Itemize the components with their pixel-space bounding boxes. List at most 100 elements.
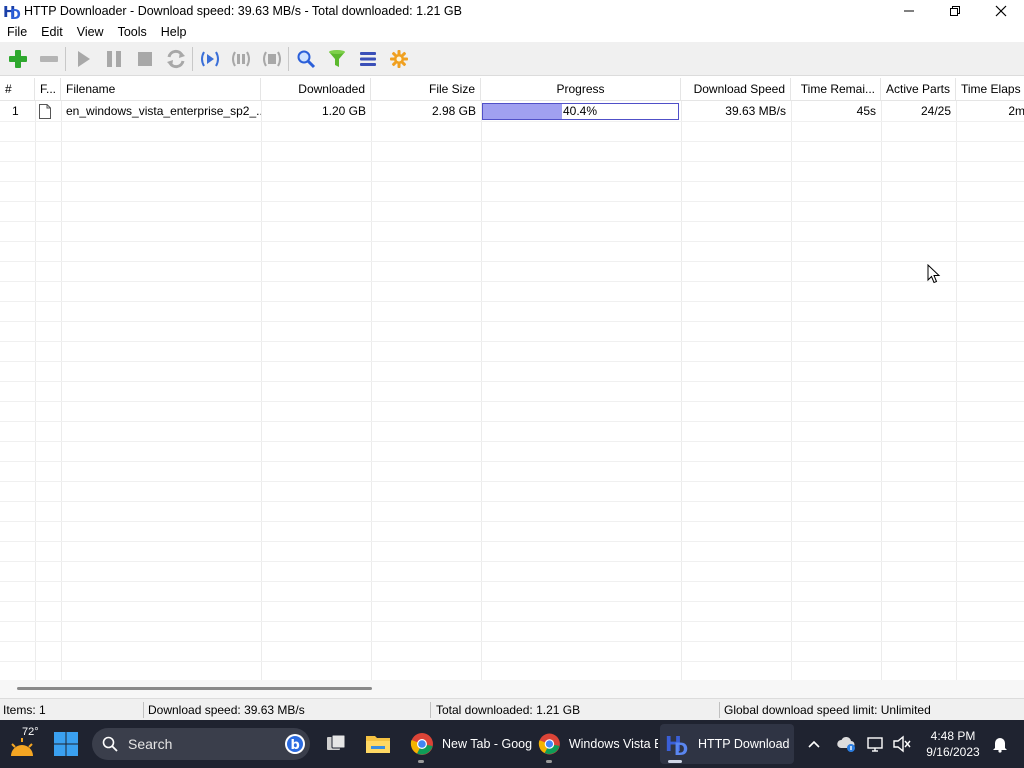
chevron-up-icon: [808, 740, 820, 748]
column-header-download-speed[interactable]: Download Speed: [681, 78, 791, 101]
menu-view[interactable]: View: [70, 22, 111, 42]
row-gridline: [0, 281, 1024, 282]
weather-widget[interactable]: 72°: [8, 726, 48, 762]
menu-file[interactable]: File: [0, 22, 34, 42]
scrollbar-thumb[interactable]: [17, 687, 372, 690]
column-gridline: [881, 101, 882, 680]
search-icon: [297, 50, 315, 68]
row-filename: en_windows_vista_enterprise_sp2_...: [66, 104, 261, 118]
restore-button[interactable]: [932, 0, 978, 22]
taskbar-app-chrome-new-tab[interactable]: New Tab - Goog: [408, 724, 532, 764]
toolbar-separator: [65, 46, 66, 71]
speaker-muted-icon: [893, 735, 911, 753]
row-downloaded: 1.20 GB: [321, 104, 366, 118]
minimize-button[interactable]: [886, 0, 932, 22]
pause-active-button[interactable]: [194, 44, 225, 74]
menu-help[interactable]: Help: [154, 22, 194, 42]
horizontal-scrollbar[interactable]: [0, 680, 1024, 698]
row-time-elapsed: 2m: [1008, 104, 1024, 118]
options-icon: [389, 49, 408, 68]
folder-icon: [366, 736, 390, 753]
column-header-downloaded[interactable]: Downloaded: [261, 78, 371, 101]
column-header-time-remaining[interactable]: Time Remai...: [791, 78, 881, 101]
pause-active-icon: [200, 51, 219, 66]
chrome-icon: [538, 733, 560, 755]
remove-button[interactable]: [33, 44, 64, 74]
minimize-icon: [904, 10, 914, 12]
toolbar: [0, 42, 1024, 76]
search-button[interactable]: [290, 44, 321, 74]
menu-bar: File Edit View Tools Help: [0, 22, 1024, 42]
table-row[interactable]: 1 en_windows_vista_enterprise_sp2_... 1.…: [0, 101, 1024, 122]
menu-tools[interactable]: Tools: [111, 22, 154, 42]
download-list[interactable]: # F... Filename Downloaded File Size Pro…: [0, 78, 1024, 680]
task-view-button[interactable]: [320, 728, 352, 760]
status-speed-limit: Global download speed limit: Unlimited: [724, 703, 931, 717]
status-download-speed: Download speed: 39.63 MB/s: [148, 703, 305, 717]
row-gridline: [0, 501, 1024, 502]
app-running-indicator: [546, 760, 552, 763]
status-separator: [719, 702, 720, 718]
pause-button[interactable]: [98, 44, 129, 74]
hd-logo-icon: H D: [665, 732, 688, 757]
column-gridline: [35, 101, 36, 680]
start-icon: [77, 50, 90, 67]
row-gridline: [0, 641, 1024, 642]
file-explorer-button[interactable]: [362, 728, 394, 760]
row-gridline: [0, 341, 1024, 342]
row-time-remaining: 45s: [856, 104, 876, 118]
row-gridline: [0, 601, 1024, 602]
row-gridline: [0, 421, 1024, 422]
stop-icon: [137, 51, 152, 66]
close-button[interactable]: [978, 0, 1024, 22]
show-hidden-icons-button[interactable]: [798, 728, 830, 760]
column-header-number[interactable]: #: [0, 78, 35, 101]
clock-date: 9/16/2023: [926, 745, 980, 759]
restore-icon: [950, 6, 960, 16]
restart-button[interactable]: [160, 44, 191, 74]
row-gridline: [0, 461, 1024, 462]
volume-tray-button[interactable]: [886, 728, 918, 760]
status-bar: Items: 1 Download speed: 39.63 MB/s Tota…: [0, 698, 1024, 720]
row-progress-bar: 40.4%: [482, 103, 679, 120]
toolbar-separator: [288, 46, 289, 71]
column-header-filename[interactable]: Filename: [61, 78, 261, 101]
taskbar-clock[interactable]: 4:48 PM 9/16/2023: [920, 728, 986, 760]
row-gridline: [0, 521, 1024, 522]
onedrive-tray-button[interactable]: [830, 728, 862, 760]
start-button[interactable]: [52, 730, 80, 758]
bell-icon: [993, 738, 1007, 753]
clock-time: 4:48 PM: [930, 729, 976, 743]
taskbar-search[interactable]: Search b: [92, 728, 310, 760]
column-header-file-size[interactable]: File Size: [371, 78, 481, 101]
close-icon: [995, 5, 1007, 17]
menu-edit[interactable]: Edit: [34, 22, 70, 42]
options-button[interactable]: [383, 44, 414, 74]
taskbar-app-label: Windows Vista E: [568, 737, 658, 751]
notifications-button[interactable]: [984, 728, 1016, 760]
stop-button[interactable]: [129, 44, 160, 74]
column-header-file-type[interactable]: F...: [35, 78, 61, 101]
queue-button[interactable]: [352, 44, 383, 74]
taskbar-app-http-downloader[interactable]: H D HTTP Download: [660, 724, 794, 764]
column-header-time-elapsed[interactable]: Time Elaps: [956, 78, 1024, 101]
hd-logo-icon: H D: [2, 1, 22, 21]
stop-all-button[interactable]: [256, 44, 287, 74]
start-button[interactable]: [67, 44, 98, 74]
column-header-active-parts[interactable]: Active Parts: [881, 78, 956, 101]
add-download-button[interactable]: [2, 44, 33, 74]
search-icon: [102, 736, 118, 752]
status-separator: [430, 702, 431, 718]
network-icon: [867, 737, 883, 752]
row-gridline: [0, 581, 1024, 582]
taskbar-app-chrome-windows-vista[interactable]: Windows Vista E: [536, 724, 658, 764]
row-gridline: [0, 621, 1024, 622]
row-gridline: [0, 441, 1024, 442]
column-header-progress[interactable]: Progress: [481, 78, 681, 101]
row-gridline: [0, 261, 1024, 262]
filter-button[interactable]: [321, 44, 352, 74]
row-gridline: [0, 181, 1024, 182]
pause-all-button[interactable]: [225, 44, 256, 74]
column-gridline: [956, 101, 957, 680]
window-title: HTTP Downloader - Download speed: 39.63 …: [24, 4, 462, 18]
